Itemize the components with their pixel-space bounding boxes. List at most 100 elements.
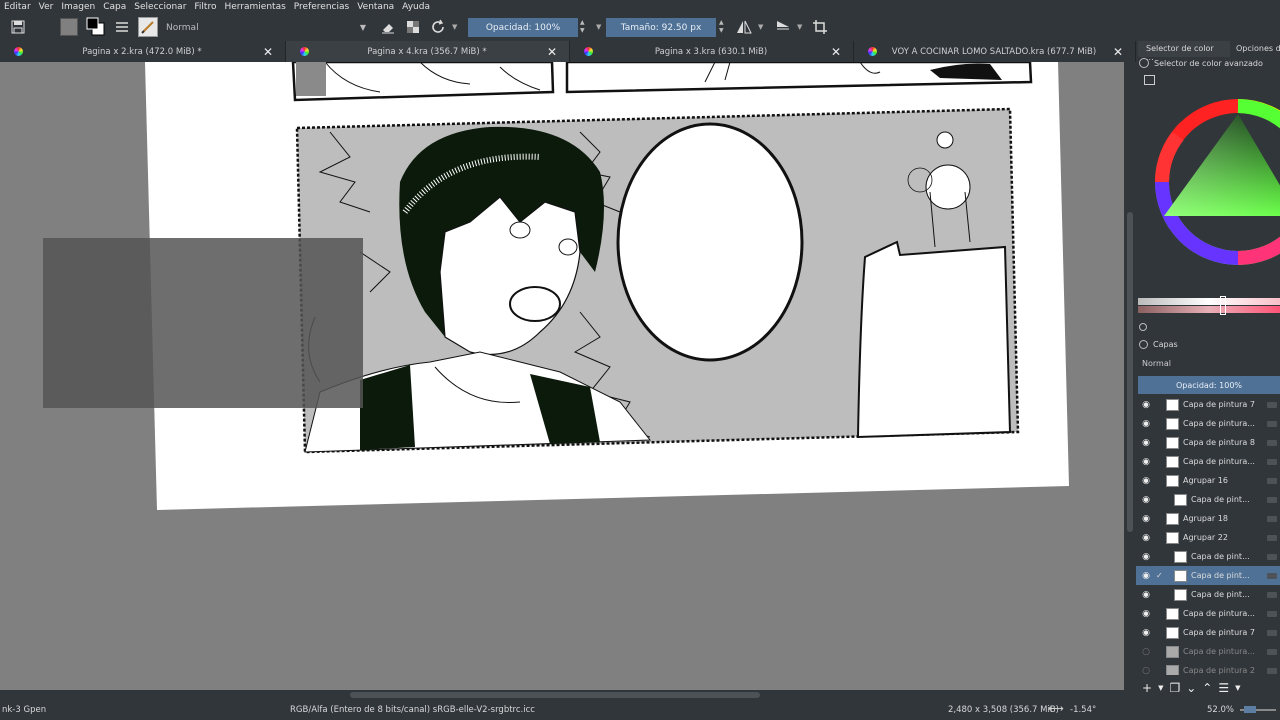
close-icon[interactable]: ✕ [1111, 45, 1125, 59]
layer-row[interactable]: ◉ Capa de pintura 8 [1136, 433, 1280, 452]
lock-icon[interactable] [1267, 572, 1277, 579]
layer-opacity-slider[interactable]: Opacidad: 100% [1138, 376, 1280, 394]
eye-icon[interactable]: ◉ [1136, 571, 1156, 581]
rotate-icon[interactable]: ⟷ [1048, 702, 1064, 715]
tab-pagina-3[interactable]: Pagina x 3.kra (630.1 MiB) ✕ [570, 41, 854, 62]
color-wheel[interactable] [1138, 96, 1280, 271]
brush-size-slider[interactable]: Tamaño: 92.50 px [606, 18, 716, 37]
current-color-swatch[interactable] [60, 18, 78, 36]
layer-row[interactable]: ◉ Capa de pintura 7 [1136, 395, 1280, 414]
eye-icon[interactable]: ◉ [1136, 419, 1156, 429]
tab-pagina-4[interactable]: Pagina x 4.kra (356.7 MiB) * ✕ [286, 41, 570, 62]
lock-icon[interactable] [1267, 629, 1277, 636]
color-mix-strip[interactable] [1138, 306, 1280, 313]
menu-ayuda[interactable]: Ayuda [398, 2, 434, 12]
menu-preferencias[interactable]: Preferencias [290, 2, 353, 12]
eraser-icon[interactable] [378, 17, 398, 37]
drawing-canvas[interactable] [0, 62, 1124, 690]
save-icon[interactable] [8, 17, 28, 37]
layer-row[interactable]: ○ Capa de pintura... [1136, 642, 1280, 661]
chevron-down-icon[interactable]: ▼ [758, 23, 763, 31]
menu-herramientas[interactable]: Herramientas [220, 2, 289, 12]
layer-row[interactable]: ◉ Agrupar 16 [1136, 471, 1280, 490]
rotation-value[interactable]: -1.54° [1070, 705, 1096, 715]
refresh-icon[interactable] [1139, 323, 1147, 331]
fg-bg-color-icon[interactable] [86, 17, 106, 37]
eye-icon[interactable]: ◉ [1136, 514, 1156, 524]
lock-icon[interactable] [1267, 496, 1277, 503]
eye-icon[interactable]: ◉ [1136, 476, 1156, 486]
size-stepper[interactable]: ▲ ▼ [719, 19, 724, 35]
settings-icon[interactable] [1144, 75, 1155, 85]
layer-row[interactable]: ◉ Capa de pintura 7 [1136, 623, 1280, 642]
layer-row[interactable]: ◉ Capa de pintura... [1136, 414, 1280, 433]
menu-ver[interactable]: Ver [35, 2, 58, 12]
chevron-down-icon[interactable]: ▼ [1235, 684, 1240, 692]
lock-icon[interactable] [1267, 401, 1277, 408]
eye-closed-icon[interactable]: ○ [1136, 666, 1156, 676]
brush-preset-icon[interactable] [138, 17, 158, 37]
lock-icon[interactable] [1267, 553, 1277, 560]
layer-row[interactable]: ◉ Capa de pint... [1136, 585, 1280, 604]
menu-editar[interactable]: Editar [0, 2, 35, 12]
eye-icon[interactable]: ◉ [1136, 495, 1156, 505]
lock-icon[interactable] [1267, 610, 1277, 617]
eye-icon[interactable]: ◉ [1136, 590, 1156, 600]
layer-row[interactable]: ◉ Capa de pintura... [1136, 452, 1280, 471]
layer-blend-mode[interactable]: Normal [1142, 359, 1171, 368]
wrap-around-icon[interactable] [810, 17, 830, 37]
horizontal-scrollbar[interactable] [0, 690, 1136, 700]
chevron-down-icon[interactable]: ▼ [452, 23, 457, 31]
color-strip-handle[interactable] [1220, 296, 1226, 315]
close-icon[interactable]: ✕ [829, 45, 843, 59]
chevron-down-icon[interactable]: ▼ [797, 23, 802, 31]
eye-icon[interactable]: ◉ [1136, 457, 1156, 467]
add-layer-icon[interactable]: + [1142, 681, 1152, 695]
float-icon[interactable] [1139, 340, 1148, 349]
layer-row[interactable]: ◉ Agrupar 18 [1136, 509, 1280, 528]
tab-tool-options[interactable]: Opciones de [1232, 41, 1280, 57]
eye-icon[interactable]: ◉ [1136, 609, 1156, 619]
lock-icon[interactable] [1267, 420, 1277, 427]
layer-menu-icon[interactable]: ☰ [1218, 681, 1229, 695]
scroll-thumb[interactable] [1127, 212, 1133, 532]
lock-icon[interactable] [1267, 515, 1277, 522]
layer-row[interactable]: ○ Capa de pintura 2 [1136, 661, 1280, 675]
layer-row[interactable]: ◉ ✓ Capa de pint... [1136, 566, 1280, 585]
mirror-horizontal-icon[interactable] [734, 17, 754, 37]
brush-settings-icon[interactable] [112, 17, 132, 37]
chevron-down-icon[interactable]: ▼ [596, 23, 601, 31]
layer-row[interactable]: ◉ Agrupar 22 [1136, 528, 1280, 547]
eye-icon[interactable]: ◉ [1136, 533, 1156, 543]
layer-row[interactable]: ◉ Capa de pint... [1136, 490, 1280, 509]
lock-icon[interactable] [1267, 477, 1277, 484]
eye-icon[interactable]: ◉ [1136, 400, 1156, 410]
eye-icon[interactable]: ◉ [1136, 438, 1156, 448]
menu-filtro[interactable]: Filtro [190, 2, 220, 12]
menu-capa[interactable]: Capa [99, 2, 130, 12]
tab-color-selector[interactable]: Selector de color ... [1138, 41, 1230, 62]
zoom-value[interactable]: 52.0% [1207, 705, 1234, 715]
duplicate-layer-icon[interactable]: ❐ [1169, 681, 1180, 695]
lock-icon[interactable] [1267, 591, 1277, 598]
close-icon[interactable]: ✕ [261, 45, 275, 59]
eye-icon[interactable]: ◉ [1136, 552, 1156, 562]
close-icon[interactable]: ✕ [545, 45, 559, 59]
lock-icon[interactable] [1267, 534, 1277, 541]
zoom-slider-handle[interactable] [1244, 706, 1256, 713]
eye-closed-icon[interactable]: ○ [1136, 647, 1156, 657]
opacity-stepper[interactable]: ▲ ▼ [580, 19, 585, 35]
move-up-icon[interactable]: ⌃ [1202, 681, 1212, 695]
vertical-scrollbar[interactable] [1124, 62, 1136, 690]
lock-icon[interactable] [1267, 439, 1277, 446]
lock-icon[interactable] [1267, 458, 1277, 465]
tab-pagina-2[interactable]: Pagina x 2.kra (472.0 MiB) * ✕ [0, 41, 286, 62]
eye-icon[interactable]: ◉ [1136, 628, 1156, 638]
lock-icon[interactable] [1267, 667, 1277, 674]
menu-ventana[interactable]: Ventana [353, 2, 398, 12]
move-down-icon[interactable]: ⌄ [1186, 681, 1196, 695]
blend-mode-select[interactable]: Normal ▼ [160, 18, 372, 37]
mirror-vertical-icon[interactable] [773, 17, 793, 37]
check-icon[interactable]: ✓ [1156, 571, 1166, 580]
scroll-thumb[interactable] [350, 692, 760, 698]
